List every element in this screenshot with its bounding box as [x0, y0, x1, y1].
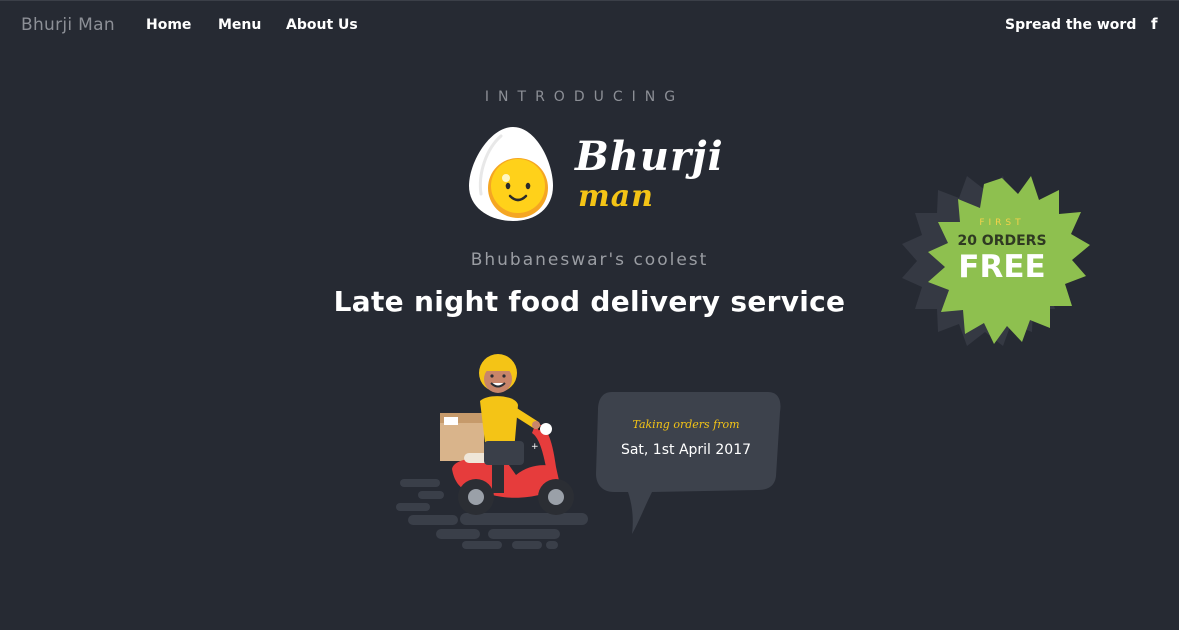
nav-about-link[interactable]: About Us [286, 17, 358, 33]
taking-orders-label: Taking orders from [632, 418, 740, 431]
badge-free-label: FREE [958, 249, 1046, 285]
svg-text:+: + [531, 442, 539, 452]
launch-date: Sat, 1st April 2017 [620, 442, 752, 458]
delivery-rider-illustration: + [396, 354, 588, 549]
badge-first-label: FIRST [979, 218, 1025, 228]
nav-home-link[interactable]: Home [146, 17, 191, 33]
speech-bubble [596, 392, 781, 534]
introducing-label: INTRODUCING [484, 89, 685, 105]
brand-link[interactable]: Bhurji Man [21, 15, 115, 35]
logo-word-bhurji: Bhurji [575, 133, 724, 180]
spread-the-word-link[interactable]: Spread the word [1005, 17, 1136, 33]
egg-mascot-icon [469, 127, 553, 221]
facebook-icon[interactable]: f [1151, 15, 1158, 33]
logo: Bhurji man [466, 124, 726, 224]
nav-menu-link[interactable]: Menu [218, 17, 261, 33]
badge-orders-label: 20 ORDERS [957, 233, 1047, 249]
logo-word-man: man [578, 179, 654, 214]
navbar: Bhurji Man Home Menu About Us Spread the… [0, 0, 1179, 52]
